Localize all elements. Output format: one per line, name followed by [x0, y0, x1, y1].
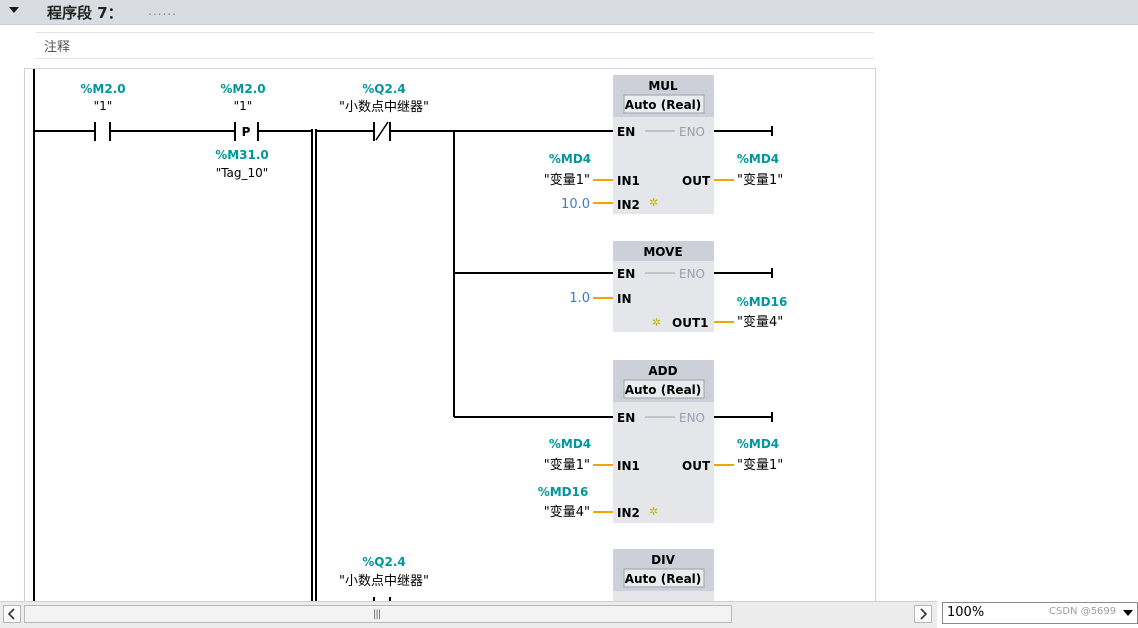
move-instruction-box[interactable]: MOVE EN ENO IN OUT1 ✲ [613, 241, 714, 332]
network-title-placeholder[interactable]: ...... [148, 4, 177, 18]
box-datatype: Auto (Real) [625, 383, 702, 397]
grip-icon: ||| [373, 609, 381, 620]
in1-pin: IN1 [617, 459, 640, 473]
box-datatype: Auto (Real) [625, 98, 702, 112]
chevron-left-icon [7, 608, 15, 620]
scroll-thumb[interactable]: ||| [24, 605, 732, 623]
en-pin: EN [617, 125, 635, 139]
new-pin-star-icon[interactable]: ✲ [649, 196, 658, 209]
chevron-down-icon[interactable] [1121, 605, 1135, 621]
mul-in2-value[interactable]: 10.0 [561, 197, 590, 212]
add-out-address: %MD4 [737, 437, 779, 451]
in-pin: IN [617, 292, 632, 306]
move-in-value[interactable]: 1.0 [569, 291, 590, 306]
edge-symbol: P [242, 125, 251, 139]
contact-address: %Q2.4 [362, 82, 405, 96]
new-pin-star-icon[interactable]: ✲ [652, 316, 661, 329]
in2-pin: IN2 [617, 506, 640, 520]
edge-memory-address: %M31.0 [215, 148, 269, 162]
add-in1-name[interactable]: "变量1" [544, 457, 590, 473]
out1-pin: OUT1 [672, 316, 708, 330]
contact-tag-name: "小数点中继器" [339, 100, 429, 115]
contact-tag-name: "1" [234, 99, 253, 113]
add-in2-name[interactable]: "变量4" [544, 504, 590, 520]
add-instruction-box[interactable]: ADD Auto (Real) EN ENO IN1 IN2 OUT ✲ [613, 360, 714, 523]
out-pin: OUT [682, 174, 711, 188]
box-title: DIV [651, 553, 675, 567]
en-pin: EN [617, 411, 635, 425]
eno-pin: ENO [679, 411, 705, 425]
mul-out-name[interactable]: "变量1" [737, 172, 783, 188]
contact-tag-name: "1" [94, 99, 113, 113]
mul-out-address: %MD4 [737, 152, 779, 166]
box-title: MOVE [643, 245, 682, 259]
add-out-name[interactable]: "变量1" [737, 457, 783, 473]
in2-pin: IN2 [617, 198, 640, 212]
scroll-track[interactable]: ||| [24, 605, 910, 623]
contact-nc-q2-4[interactable]: %Q2.4 "小数点中继器" [339, 82, 429, 141]
watermark: CSDN @5699 [1049, 606, 1117, 617]
move-out-address: %MD16 [737, 295, 788, 309]
comment-label: 注释 [44, 40, 71, 55]
en-pin: EN [617, 267, 635, 281]
in1-pin: IN1 [617, 174, 640, 188]
mul-instruction-box[interactable]: MUL Auto (Real) EN ENO IN1 IN2 OUT ✲ [613, 75, 714, 214]
add-in1-address: %MD4 [549, 437, 591, 451]
move-out-name[interactable]: "变量4" [737, 314, 783, 330]
collapse-triangle-icon[interactable] [7, 3, 21, 17]
add-in2-address: %MD16 [538, 485, 589, 499]
network-title: 程序段 7： [47, 4, 123, 22]
new-pin-star-icon[interactable]: ✲ [649, 505, 658, 518]
network-header: 程序段 7： ...... [0, 0, 1138, 25]
mul-in1-address: %MD4 [549, 152, 591, 166]
mul-in1-name[interactable]: "变量1" [544, 172, 590, 188]
eno-pin: ENO [679, 267, 705, 281]
contact-tag-name: "小数点中继器" [339, 574, 429, 589]
network-comment-field[interactable]: 注释 [36, 32, 874, 59]
horizontal-scrollbar[interactable]: ||| [0, 601, 937, 628]
contact-address: %M2.0 [80, 82, 125, 96]
box-title: ADD [648, 364, 677, 378]
contact-no-m2-0[interactable]: %M2.0 "1" [80, 82, 126, 141]
eno-pin: ENO [679, 125, 705, 139]
box-datatype: Auto (Real) [625, 572, 702, 586]
out-pin: OUT [682, 459, 711, 473]
ladder-editor[interactable]: %M2.0 "1" P %M2.0 "1" %M31.0 "Tag_10" %Q… [24, 68, 876, 614]
chevron-right-icon [920, 608, 928, 620]
contact-address: %M2.0 [220, 82, 265, 96]
edge-memory-name: "Tag_10" [216, 166, 269, 180]
zoom-value: 100% [947, 605, 985, 620]
contact-address: %Q2.4 [362, 555, 405, 569]
scroll-left-button[interactable] [3, 605, 21, 623]
box-title: MUL [648, 79, 678, 93]
scroll-right-button[interactable] [914, 605, 932, 623]
